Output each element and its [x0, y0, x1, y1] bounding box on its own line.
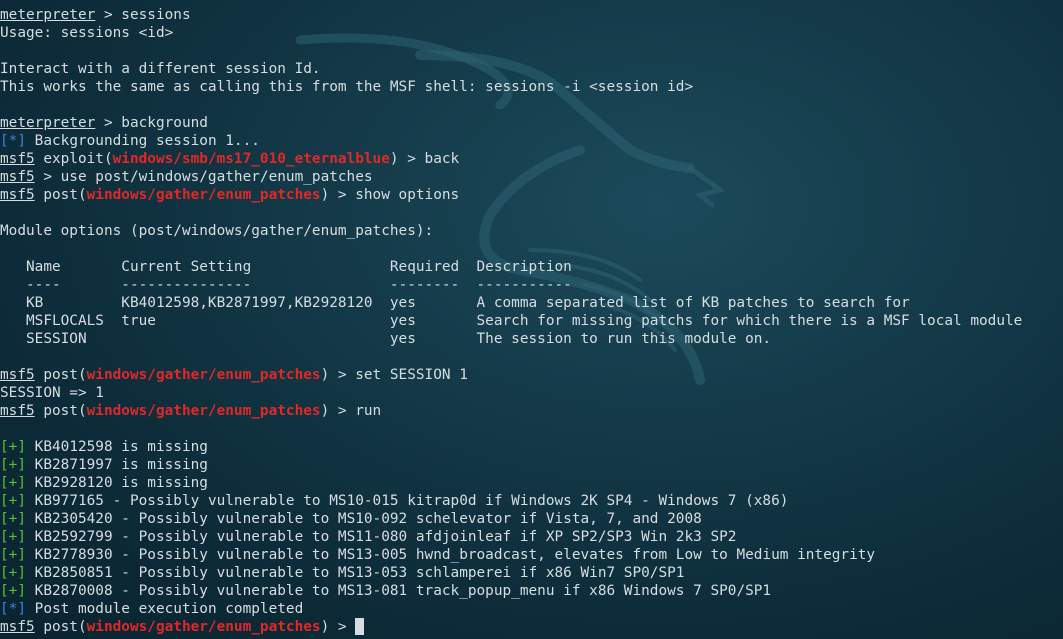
result-text: KB2870008 - Possibly vulnerable to MS13-… [26, 583, 772, 599]
terminal-output[interactable]: meterpreter > sessions Usage: sessions <… [0, 6, 1063, 636]
command-text: ) > show options [320, 187, 460, 203]
msf-prompt: msf5 [0, 187, 35, 203]
options-table-divider: ---- --------------- -------- ----------… [0, 277, 572, 293]
terminal-line: msf5 exploit(windows/smb/ms17_010_eterna… [0, 150, 1063, 168]
result-line: [+] KB2928120 is missing [0, 474, 1063, 492]
terminal-line: This works the same as calling this from… [0, 79, 694, 95]
command-text: ) > set SESSION 1 [320, 367, 468, 383]
success-marker: [+] [0, 565, 26, 581]
command-text: ) > back [389, 151, 460, 167]
msf-prompt: msf5 [0, 151, 35, 167]
command-text: post( [34, 187, 87, 203]
success-marker: [+] [0, 475, 26, 491]
result-text: KB2850851 - Possibly vulnerable to MS13-… [26, 565, 685, 581]
result-text: KB4012598 is missing [26, 439, 208, 455]
active-prompt-line[interactable]: msf5 post(windows/gather/enum_patches) > [0, 618, 1063, 636]
terminal-line: meterpreter > sessions [0, 6, 1063, 24]
options-table-row: SESSION yes The session to run this modu… [0, 331, 772, 347]
success-marker: [+] [0, 439, 26, 455]
result-text: KB977165 - Possibly vulnerable to MS10-0… [26, 493, 789, 509]
terminal-line: [*] Backgrounding session 1... [0, 132, 1063, 150]
result-text: KB2871997 is missing [26, 457, 208, 473]
options-table-header: Name Current Setting Required Descriptio… [0, 259, 572, 275]
success-marker: [+] [0, 493, 26, 509]
msf-prompt: msf5 [0, 169, 35, 185]
result-line: [+] KB2778930 - Possibly vulnerable to M… [0, 546, 1063, 564]
terminal-line: msf5 > use post/windows/gather/enum_patc… [0, 168, 1063, 186]
info-marker: [*] [0, 133, 26, 149]
result-line: [*] Post module execution completed [0, 600, 1063, 618]
result-line: [+] KB2871997 is missing [0, 456, 1063, 474]
command-text: post( [34, 367, 87, 383]
meterpreter-prompt: meterpreter [0, 7, 96, 23]
success-marker: [+] [0, 583, 26, 599]
terminal-cursor[interactable] [355, 618, 365, 635]
options-table-row: MSFLOCALS true yes Search for missing pa… [0, 313, 1023, 329]
result-line: [+] KB2305420 - Possibly vulnerable to M… [0, 510, 1063, 528]
command-text: post( [34, 403, 87, 419]
module-name: windows/gather/enum_patches [86, 619, 321, 635]
terminal-line: Interact with a different session Id. [0, 61, 321, 77]
result-line: [+] KB4012598 is missing [0, 438, 1063, 456]
msf-prompt: msf5 [0, 367, 35, 383]
terminal-line: SESSION => 1 [0, 385, 104, 401]
msf-prompt: msf5 [0, 403, 35, 419]
msf-prompt: msf5 [0, 619, 35, 635]
command-text: > use post/windows/gather/enum_patches [34, 169, 373, 185]
result-text: KB2592799 - Possibly vulnerable to MS11-… [26, 529, 737, 545]
meterpreter-prompt: meterpreter [0, 115, 96, 131]
module-name: windows/gather/enum_patches [86, 187, 321, 203]
success-marker: [+] [0, 457, 26, 473]
options-table-row: KB KB4012598,KB2871997,KB2928120 yes A c… [0, 295, 910, 311]
result-line: [+] KB2592799 - Possibly vulnerable to M… [0, 528, 1063, 546]
terminal-line: msf5 post(windows/gather/enum_patches) >… [0, 402, 1063, 420]
result-text: Post module execution completed [26, 601, 304, 617]
command-text: exploit( [34, 151, 113, 167]
command-text: post( [34, 619, 87, 635]
command-text: > background [95, 115, 208, 131]
terminal-line: Usage: sessions <id> [0, 25, 174, 41]
result-text: KB2305420 - Possibly vulnerable to MS10-… [26, 511, 702, 527]
module-name: windows/smb/ms17_010_eternalblue [112, 151, 390, 167]
result-text: KB2928120 is missing [26, 475, 208, 491]
result-line: [+] KB2850851 - Possibly vulnerable to M… [0, 564, 1063, 582]
command-text: ) > run [320, 403, 382, 419]
command-text: > sessions [95, 7, 191, 23]
success-marker: [+] [0, 547, 26, 563]
terminal-line: meterpreter > background [0, 114, 1063, 132]
module-options-title: Module options (post/windows/gather/enum… [0, 223, 434, 239]
success-marker: [+] [0, 529, 26, 545]
terminal-line: msf5 post(windows/gather/enum_patches) >… [0, 366, 1063, 384]
module-name: windows/gather/enum_patches [86, 367, 321, 383]
info-marker: [*] [0, 601, 26, 617]
result-line: [+] KB2870008 - Possibly vulnerable to M… [0, 582, 1063, 600]
command-text: ) > [320, 619, 356, 635]
result-text: KB2778930 - Possibly vulnerable to MS13-… [26, 547, 876, 563]
result-line: [+] KB977165 - Possibly vulnerable to MS… [0, 492, 1063, 510]
output-text: Backgrounding session 1... [26, 133, 260, 149]
success-marker: [+] [0, 511, 26, 527]
terminal-line: msf5 post(windows/gather/enum_patches) >… [0, 186, 1063, 204]
module-name: windows/gather/enum_patches [86, 403, 321, 419]
